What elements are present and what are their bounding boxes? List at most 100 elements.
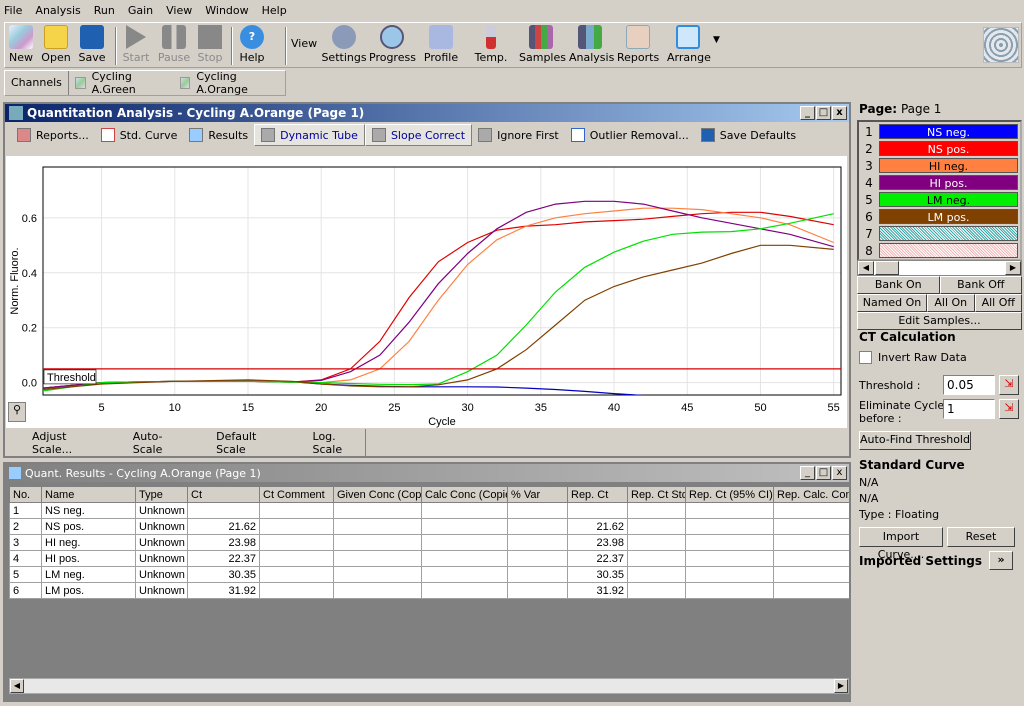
maximize-button[interactable]: □ xyxy=(816,106,831,120)
arrange-dropdown-icon[interactable]: ▼ xyxy=(713,35,720,45)
samples-button[interactable]: Samples xyxy=(519,25,566,64)
reports-button[interactable]: Reports xyxy=(617,25,659,64)
column-header[interactable]: Rep. Ct (95% CI) xyxy=(685,486,774,503)
all-on-button[interactable]: All On xyxy=(927,294,975,312)
import-curve-button[interactable]: Import Curve.... xyxy=(859,527,943,561)
sample-item[interactable]: 7 xyxy=(859,225,1020,242)
column-header[interactable]: Ct Comment xyxy=(259,486,334,503)
menu-gain[interactable]: Gain xyxy=(128,4,153,17)
table-cell xyxy=(333,582,422,599)
table-cell xyxy=(685,582,774,599)
auto-find-threshold-button[interactable]: Auto-Find Threshold xyxy=(859,431,971,450)
profile-chart-icon xyxy=(429,25,453,49)
eliminate-pick-icon[interactable]: ⇲ xyxy=(999,399,1019,419)
close-button[interactable]: x xyxy=(832,466,847,480)
auto-scale-button[interactable]: Auto-Scale xyxy=(133,430,188,456)
bank-off-button[interactable]: Bank Off xyxy=(939,276,1022,294)
ignore-first-toggle[interactable]: Ignore First xyxy=(472,124,565,146)
channel-tab-orange[interactable]: Cycling A.Orange xyxy=(174,70,285,96)
start-button[interactable]: Start xyxy=(121,25,151,64)
column-header[interactable]: Rep. Ct xyxy=(567,486,628,503)
table-icon xyxy=(9,467,21,479)
menu-run[interactable]: Run xyxy=(94,4,115,17)
column-header[interactable]: Ct xyxy=(187,486,260,503)
column-header[interactable]: Name xyxy=(41,486,136,503)
progress-button[interactable]: Progress xyxy=(369,25,416,64)
all-off-button[interactable]: All Off xyxy=(974,294,1022,312)
dynamic-tube-toggle[interactable]: Dynamic Tube xyxy=(254,124,365,146)
sample-scrollbar[interactable]: ◀ ▶ xyxy=(857,260,1022,276)
help-button[interactable]: ? Help xyxy=(237,25,267,64)
sample-item[interactable]: 5 LM neg. xyxy=(859,191,1020,208)
close-button[interactable]: x xyxy=(832,106,847,120)
log-scale-button[interactable]: Log. Scale xyxy=(313,430,365,456)
table-row[interactable]: 4 HI pos. Unknown 22.37 22.37 xyxy=(9,550,849,567)
bank-on-button[interactable]: Bank On xyxy=(857,276,940,294)
sample-item[interactable]: 6 LM pos. xyxy=(859,208,1020,225)
invert-raw-checkbox[interactable] xyxy=(859,351,872,364)
stop-button[interactable]: Stop xyxy=(195,25,225,64)
column-header[interactable]: % Var xyxy=(507,486,568,503)
results-table: No. Name Type Ct Ct Comment Given Conc (Cop Ca… xyxy=(9,486,849,599)
minimize-button[interactable]: _ xyxy=(800,466,815,480)
menu-analysis[interactable]: Analysis xyxy=(35,4,80,17)
sample-item[interactable]: 1 NS neg. xyxy=(859,123,1020,140)
default-scale-button[interactable]: Default Scale xyxy=(216,430,284,456)
analysis-button[interactable]: Analysis xyxy=(569,25,614,64)
reset-button[interactable]: Reset xyxy=(947,527,1015,547)
pause-button[interactable]: Pause xyxy=(157,25,191,64)
table-row[interactable]: 2 NS pos. Unknown 21.62 21.62 xyxy=(9,518,849,535)
threshold-pick-icon[interactable]: ⇲ xyxy=(999,375,1019,395)
column-header[interactable]: No. xyxy=(9,486,42,503)
scroll-right-button[interactable]: ▶ xyxy=(834,679,848,693)
scroll-left-button[interactable]: ◀ xyxy=(10,679,24,693)
sample-item[interactable]: 2 NS pos. xyxy=(859,140,1020,157)
arrange-button[interactable]: Arrange xyxy=(667,25,711,64)
menu-file[interactable]: File xyxy=(4,4,22,17)
temp-button[interactable]: Temp. xyxy=(473,25,509,64)
minimize-button[interactable]: _ xyxy=(800,106,815,120)
results-button[interactable]: Results xyxy=(183,124,254,146)
slope-correct-toggle[interactable]: Slope Correct xyxy=(364,124,473,146)
std-curve-button[interactable]: Std. Curve xyxy=(95,124,184,146)
menu-window[interactable]: Window xyxy=(205,4,248,17)
settings-button[interactable]: Settings xyxy=(321,25,367,64)
column-header[interactable]: Given Conc (Cop xyxy=(333,486,422,503)
edit-samples-button[interactable]: Edit Samples... xyxy=(857,312,1022,330)
channel-tab-green[interactable]: Cycling A.Green xyxy=(69,70,174,96)
scroll-thumb[interactable] xyxy=(875,261,899,275)
eliminate-cycles-input[interactable]: 1 xyxy=(943,399,995,419)
zoom-tool-icon[interactable]: ⚲ xyxy=(8,402,26,422)
named-on-button[interactable]: Named On xyxy=(857,294,927,312)
threshold-input[interactable]: 0.05 xyxy=(943,375,995,395)
y-tick-label: 0.4 xyxy=(22,268,37,280)
expand-button[interactable]: » xyxy=(989,551,1013,570)
column-header[interactable]: Calc Conc (Copie xyxy=(421,486,508,503)
outlier-removal-button[interactable]: Outlier Removal... xyxy=(565,124,695,146)
save-defaults-button[interactable]: Save Defaults xyxy=(695,124,802,146)
sample-item[interactable]: 3 HI neg. xyxy=(859,157,1020,174)
table-row[interactable]: 3 HI neg. Unknown 23.98 23.98 xyxy=(9,534,849,551)
adjust-scale-button[interactable]: Adjust Scale... xyxy=(32,430,105,456)
menu-view[interactable]: View xyxy=(166,4,192,17)
column-header[interactable]: Type xyxy=(135,486,188,503)
horizontal-scrollbar[interactable]: ◀ ▶ xyxy=(9,678,849,694)
table-row[interactable]: 1 NS neg. Unknown xyxy=(9,502,849,519)
sample-item[interactable]: 4 HI pos. xyxy=(859,174,1020,191)
scroll-right-button[interactable]: ▶ xyxy=(1005,261,1021,275)
table-row[interactable]: 6 LM pos. Unknown 31.92 31.92 xyxy=(9,582,849,599)
reports-tool-button[interactable]: Reports... xyxy=(11,124,95,146)
table-row[interactable]: 5 LM neg. Unknown 30.35 30.35 xyxy=(9,566,849,583)
column-header[interactable]: Rep. Ct Std xyxy=(627,486,686,503)
menu-help[interactable]: Help xyxy=(262,4,287,17)
scroll-left-button[interactable]: ◀ xyxy=(858,261,874,275)
sample-item[interactable]: 8 xyxy=(859,242,1020,259)
page-label: Page: xyxy=(859,102,898,116)
table-cell: 6 xyxy=(9,582,42,599)
profile-button[interactable]: Profile xyxy=(421,25,461,64)
column-header[interactable]: Rep. Calc. Con xyxy=(773,486,849,503)
open-button[interactable]: Open xyxy=(41,25,71,64)
new-button[interactable]: New xyxy=(7,25,35,64)
save-button[interactable]: Save xyxy=(77,25,107,64)
maximize-button[interactable]: □ xyxy=(816,466,831,480)
